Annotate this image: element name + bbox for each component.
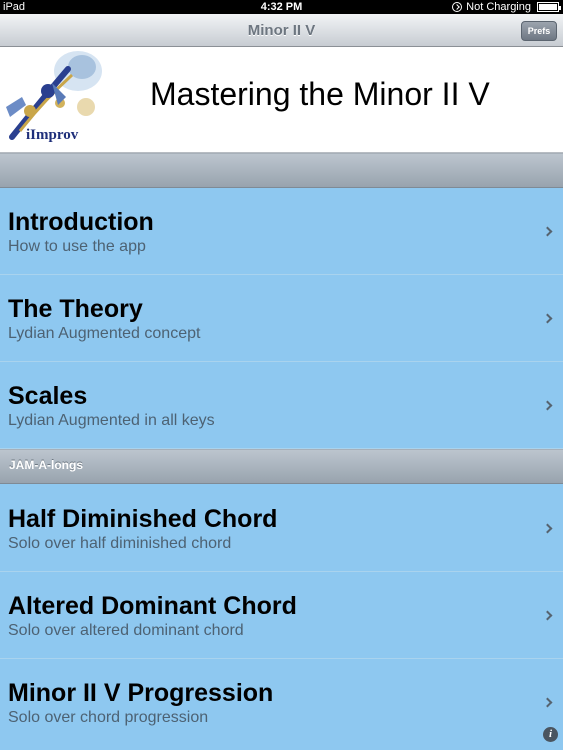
row-title: Minor II V Progression xyxy=(8,679,274,707)
orientation-lock-icon xyxy=(452,2,463,12)
chevron-right-icon xyxy=(542,523,553,534)
row-title: Scales xyxy=(8,382,88,410)
app-header: iImprov Mastering the Minor II V xyxy=(0,47,563,153)
chevron-right-icon xyxy=(542,610,553,621)
row-subtitle: Solo over altered dominant chord xyxy=(8,622,244,639)
section-header-general xyxy=(0,153,563,188)
row-subtitle: Solo over chord progression xyxy=(8,709,209,726)
chevron-right-icon xyxy=(542,400,553,411)
battery-icon xyxy=(537,2,561,12)
row-subtitle: Lydian Augmented concept xyxy=(8,325,201,342)
chevron-right-icon xyxy=(542,313,553,324)
info-icon[interactable]: i xyxy=(543,727,558,742)
navigation-bar: Minor II V Prefs xyxy=(0,14,563,47)
list-item-the-theory[interactable]: The Theory Lydian Augmented concept xyxy=(0,275,563,362)
status-bar: iPad 4:32 PM Not Charging xyxy=(0,0,563,14)
prefs-button[interactable]: Prefs xyxy=(521,21,557,41)
chevron-right-icon xyxy=(542,226,553,237)
list-item-half-diminished-chord[interactable]: Half Diminished Chord Solo over half dim… xyxy=(0,485,563,572)
battery-status: Not Charging xyxy=(466,1,531,13)
list-item-scales[interactable]: Scales Lydian Augmented in all keys xyxy=(0,362,563,449)
chevron-right-icon xyxy=(542,697,553,708)
nav-title: Minor II V xyxy=(247,22,316,39)
section-header-label: JAM-A-longs xyxy=(9,458,83,472)
row-subtitle: Lydian Augmented in all keys xyxy=(8,412,215,429)
list-item-introduction[interactable]: Introduction How to use the app xyxy=(0,188,563,275)
row-subtitle: Solo over half diminished chord xyxy=(8,535,232,552)
row-title: Half Diminished Chord xyxy=(8,505,278,533)
page-title: Mastering the Minor II V xyxy=(150,76,490,112)
list-item-minor-ii-v-progression[interactable]: Minor II V Progression Solo over chord p… xyxy=(0,659,563,750)
logo-text: iImprov xyxy=(26,127,79,143)
row-title: Altered Dominant Chord xyxy=(8,592,297,620)
section-header-jam-a-longs: JAM-A-longs xyxy=(0,449,563,484)
row-title: The Theory xyxy=(8,295,143,323)
row-subtitle: How to use the app xyxy=(8,238,146,255)
list-item-altered-dominant-chord[interactable]: Altered Dominant Chord Solo over altered… xyxy=(0,572,563,659)
row-title: Introduction xyxy=(8,208,154,236)
status-right: Not Charging xyxy=(452,1,561,13)
